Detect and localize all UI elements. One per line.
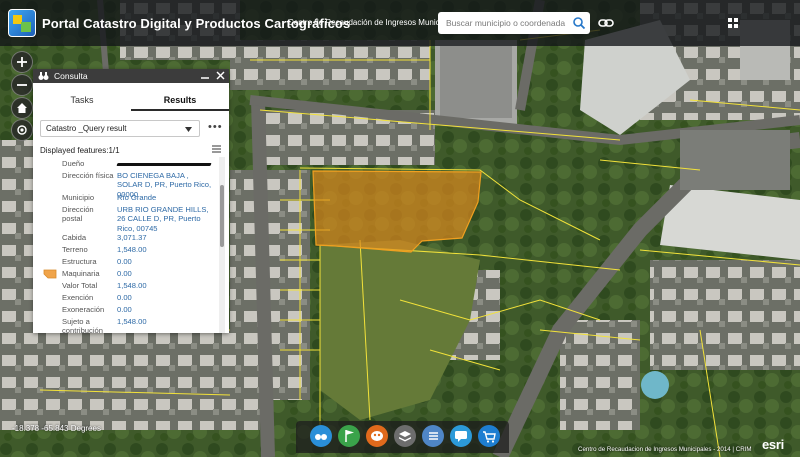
comment-tool-button[interactable] — [450, 425, 472, 447]
widget-toolbar — [296, 421, 509, 453]
grid-icon — [728, 18, 738, 28]
query-tool-button[interactable] — [310, 425, 332, 447]
attribute-label: Dirección física — [62, 171, 114, 180]
link-button[interactable] — [597, 15, 615, 31]
close-icon[interactable] — [216, 71, 225, 80]
plus-icon — [17, 57, 27, 67]
chevron-down-icon — [185, 127, 192, 132]
attribute-value: 0.00 — [117, 293, 132, 302]
attribute-label: Exoneración — [62, 305, 105, 314]
attribute-label: Sujeto a contribución — [62, 317, 103, 333]
app-logo — [8, 9, 36, 37]
flag-tool-button[interactable] — [338, 425, 360, 447]
result-layer-select[interactable]: Catastro _Query result — [40, 120, 200, 137]
result-layer-value: Catastro _Query result — [46, 124, 127, 133]
polygon-symbol-icon — [43, 269, 57, 279]
attribute-label: Estructura — [62, 257, 97, 266]
layers-tool-button[interactable] — [394, 425, 416, 447]
zoom-out-button[interactable] — [11, 74, 33, 96]
attribute-value: 1,548.00 — [117, 317, 147, 326]
attribute-label: Exención — [62, 293, 94, 302]
panel-title: Consulta — [54, 71, 88, 81]
attribute-label: Cabida — [62, 233, 87, 242]
displayed-features: Displayed features:1/1 — [40, 146, 120, 155]
map-attribution: Centro de Recaudacion de Ingresos Munici… — [578, 446, 752, 453]
attribute-value: 0.00 — [117, 257, 132, 266]
search-input[interactable] — [438, 12, 568, 34]
list-view-icon[interactable] — [211, 144, 222, 155]
redacted-owner — [116, 163, 212, 166]
attribute-value: 0.00 — [117, 305, 132, 314]
attribute-value: 1,548.00 — [117, 281, 147, 290]
attribute-label: Dirección postal — [62, 205, 94, 224]
search-button[interactable] — [568, 12, 590, 34]
query-panel: Consulta Tasks Results Catastro _Query r… — [33, 69, 229, 333]
home-button[interactable] — [11, 97, 33, 119]
home-icon — [17, 103, 27, 113]
app-subtitle: Centro de Recaudación de Ingresos Munici… — [288, 18, 461, 27]
list-icon — [429, 432, 438, 440]
flag-icon — [345, 430, 354, 442]
tab-tasks[interactable]: Tasks — [33, 95, 131, 111]
layers-icon — [399, 431, 411, 442]
attribute-label: Maquinaria — [62, 269, 100, 278]
search-icon — [573, 17, 586, 30]
attribute-value: Río Grande — [117, 193, 157, 202]
active-tab-indicator — [131, 109, 229, 111]
query-icon — [315, 434, 327, 440]
more-options-button[interactable]: ••• — [208, 121, 223, 133]
zoom-in-button[interactable] — [11, 51, 33, 73]
panel-tabs: Tasks Results — [33, 95, 229, 111]
locate-icon — [17, 125, 27, 135]
chat-icon — [455, 431, 467, 442]
binoculars-icon — [38, 72, 49, 80]
attribute-value — [116, 159, 213, 168]
symbology-tool-button[interactable] — [366, 425, 388, 447]
attribute-label: Municipio — [62, 193, 95, 202]
scrollbar-thumb[interactable] — [220, 185, 224, 247]
app-header: Portal Catastro Digital y Productos Cart… — [0, 0, 800, 46]
locate-button[interactable] — [11, 119, 33, 141]
cart-tool-button[interactable] — [478, 425, 500, 447]
attribute-list: Dueño Dirección física BO CIENEGA BAJA ,… — [33, 157, 219, 333]
attribute-value: 3,071.37 — [117, 233, 147, 242]
search-box — [438, 12, 590, 34]
apps-button[interactable] — [722, 12, 744, 34]
panel-header: Consulta — [33, 69, 229, 83]
minus-icon — [17, 84, 27, 86]
palette-icon — [371, 431, 383, 441]
attribute-value: URB RIO GRANDE HILLS, 26 CALLE D, PR, Pu… — [117, 205, 209, 233]
minimize-icon[interactable] — [201, 72, 209, 80]
attribute-label: Terreno — [62, 245, 88, 254]
attribute-value: 1,548.00 — [117, 245, 147, 254]
cart-icon — [483, 431, 496, 443]
attribute-value: 0.00 — [117, 269, 132, 278]
link-icon — [598, 19, 614, 27]
legend-tool-button[interactable] — [422, 425, 444, 447]
esri-logo: esri — [762, 437, 784, 452]
coordinate-readout: -18.378 -65.843 Degrees — [12, 424, 101, 433]
attribute-label: Valor Total — [62, 281, 98, 290]
attribute-label: Dueño — [62, 159, 85, 168]
